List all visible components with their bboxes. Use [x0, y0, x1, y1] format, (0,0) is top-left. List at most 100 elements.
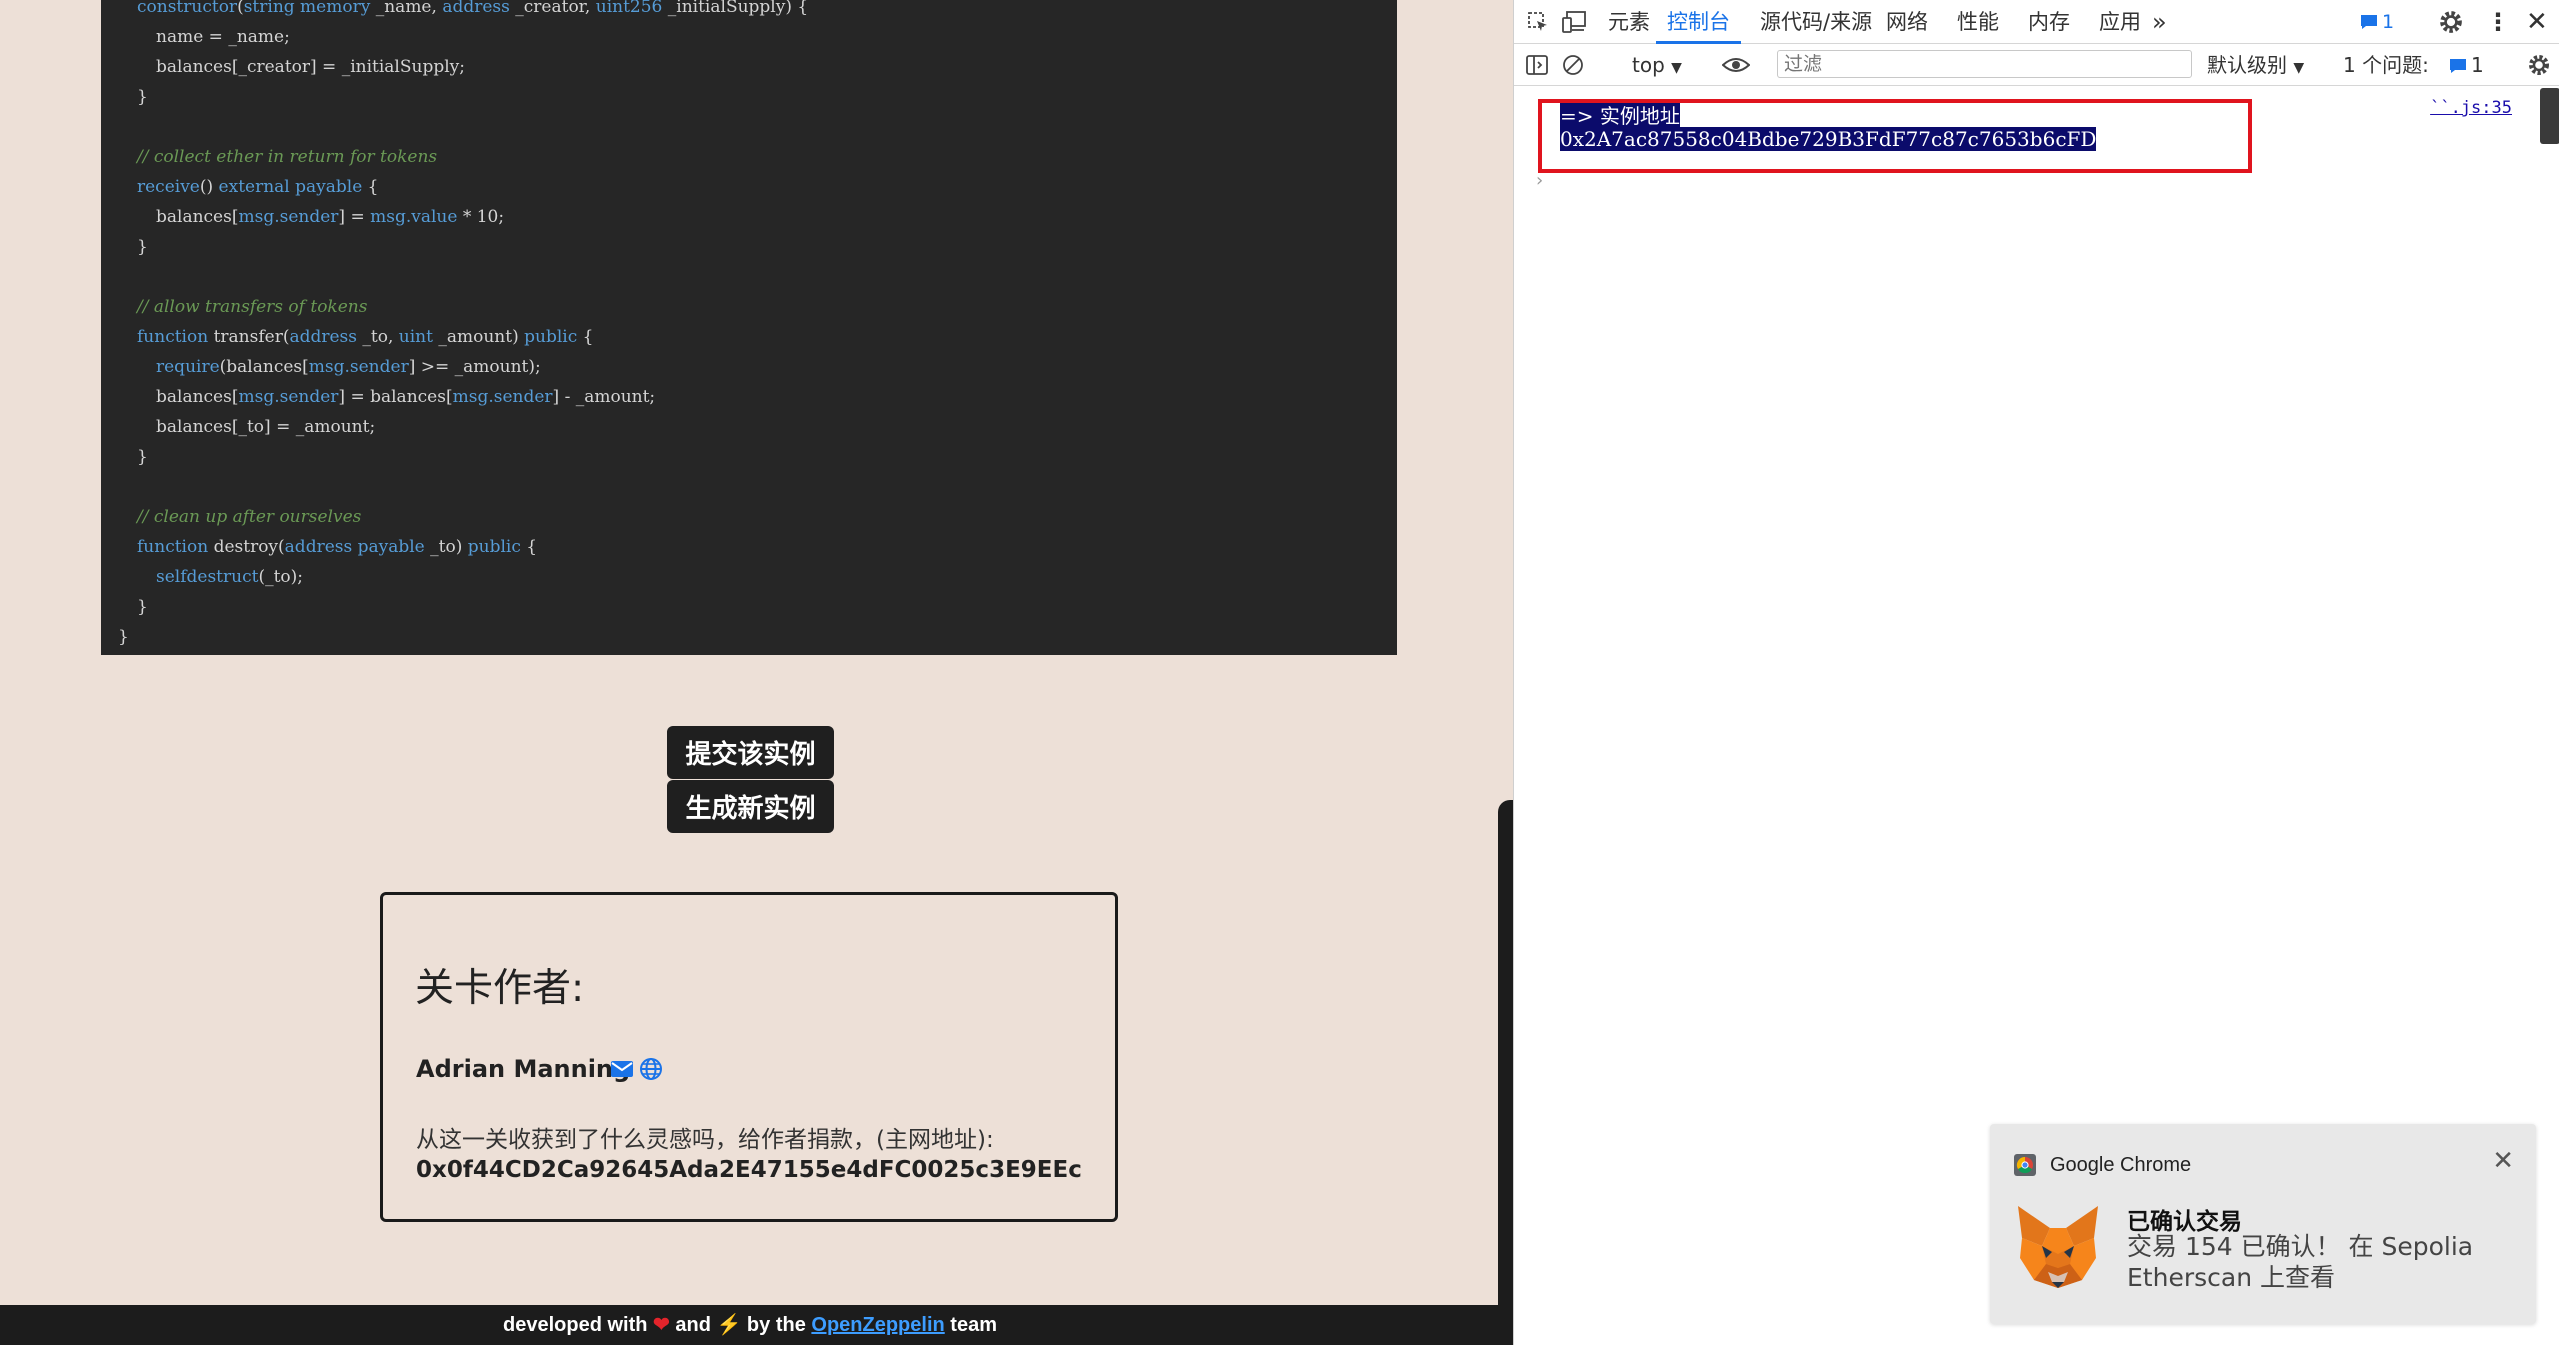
code-token: _amount)	[432, 327, 525, 347]
code-token: name = _name;	[156, 27, 290, 47]
code-line: balances[_to] = _amount;	[156, 412, 375, 442]
device-toolbar-icon[interactable]	[1562, 10, 1588, 34]
code-token: {	[577, 327, 594, 347]
sidebar-toggle-icon[interactable]	[1526, 54, 1548, 76]
console-settings-gear-icon[interactable]	[2527, 53, 2551, 77]
code-token: * 10;	[457, 207, 505, 227]
issues-icon[interactable]	[2449, 58, 2467, 74]
code-token: _creator,	[509, 0, 596, 17]
code-token: public	[524, 327, 578, 347]
code-token: }	[118, 627, 129, 647]
chevron-down-icon: ▼	[2293, 60, 2305, 76]
code-token: string memory	[243, 0, 371, 17]
code-line: // allow transfers of tokens	[137, 292, 367, 322]
code-token: balances[_creator] = _initialSupply;	[156, 57, 465, 77]
tab-elements[interactable]: 元素	[1608, 0, 1650, 44]
code-token: balances[	[156, 207, 239, 227]
code-token: receive	[137, 177, 200, 197]
get-new-instance-button[interactable]: 生成新实例	[667, 780, 834, 833]
metamask-fox-icon	[2018, 1206, 2098, 1288]
code-line: function destroy(address payable _to) pu…	[137, 532, 537, 562]
code-token: (_to);	[258, 567, 304, 587]
tab-network[interactable]: 网络	[1886, 0, 1928, 44]
code-token: selfdestruct	[156, 567, 259, 587]
code-token: require	[156, 357, 220, 377]
more-options-icon[interactable]: ⋮	[2486, 0, 2510, 44]
live-expression-eye-icon[interactable]	[1722, 55, 1750, 75]
more-tabs-icon[interactable]: »	[2152, 0, 2167, 44]
tab-console[interactable]: 控制台	[1656, 0, 1741, 44]
donate-address: 0x0f44CD2Ca92645Ada2E47155e4dFC0025c3E9E…	[416, 1157, 1082, 1183]
code-token: _to)	[424, 537, 468, 557]
code-token: msg.value	[370, 207, 458, 227]
code-token: transfer(	[208, 327, 290, 347]
submit-instance-button[interactable]: 提交该实例	[667, 726, 834, 779]
code-line: }	[137, 232, 148, 262]
notification-close-icon[interactable]: ✕	[2492, 1146, 2514, 1176]
console-scrollbar[interactable]	[2540, 88, 2559, 144]
clear-console-icon[interactable]	[1562, 54, 1584, 76]
code-token: // clean up after ourselves	[137, 507, 362, 527]
code-token: function	[137, 537, 209, 557]
code-token: function	[137, 327, 209, 347]
code-token: msg.sender	[238, 207, 339, 227]
close-devtools-icon[interactable]: ✕	[2526, 0, 2548, 44]
footer-text: team	[944, 1314, 997, 1336]
code-token: balances[_to] = _amount;	[156, 417, 376, 437]
chrome-notification[interactable]: Google Chrome ✕ 已确认交易 交易 154 已确认！ 在 Sepo…	[1990, 1124, 2536, 1324]
code-token: {	[520, 537, 538, 557]
page-scrollbar[interactable]	[1498, 800, 1513, 1345]
messages-count[interactable]: 1	[2382, 0, 2394, 44]
code-token: uint	[398, 327, 433, 347]
code-token: external payable	[218, 177, 363, 197]
code-line: require(balances[msg.sender] >= _amount)…	[156, 352, 541, 382]
code-token: _initialSupply) {	[662, 0, 809, 17]
openzeppelin-link[interactable]: OpenZeppelin	[811, 1314, 944, 1336]
author-card: 关卡作者: Adrian Manning 从这一关收获到了什么灵感吗，给作者捐款…	[380, 892, 1118, 1222]
code-token: destroy(	[208, 537, 285, 557]
code-line: }	[118, 622, 129, 652]
code-token: _name,	[370, 0, 443, 17]
chrome-logo-icon	[2014, 1154, 2036, 1176]
tab-application[interactable]: 应用	[2099, 0, 2141, 44]
code-token: }	[137, 87, 148, 107]
context-selector[interactable]: top ▼	[1632, 44, 1682, 86]
code-token: address	[289, 327, 357, 347]
source-link[interactable]: ``.js:35	[2430, 98, 2512, 118]
tab-performance[interactable]: 性能	[1957, 0, 1999, 44]
globe-icon[interactable]	[639, 1057, 663, 1081]
highlight-box	[1538, 99, 2252, 173]
issues-count[interactable]: 1	[2471, 44, 2484, 86]
code-token: _to,	[357, 327, 399, 347]
code-token: address payable	[284, 537, 425, 557]
tab-memory[interactable]: 内存	[2028, 0, 2070, 44]
code-token: msg.sender	[308, 357, 409, 377]
settings-gear-icon[interactable]	[2438, 9, 2464, 35]
code-line: }	[137, 592, 148, 622]
tab-sources[interactable]: 源代码/来源	[1760, 0, 1872, 44]
devtools-tab-bar: 元素 控制台 源代码/来源 网络 性能 内存 应用 » 1 ⋮ ✕	[1514, 0, 2559, 44]
code-token: (	[237, 0, 244, 17]
donate-text: 从这一关收获到了什么灵感吗，给作者捐款，(主网地址):	[416, 1127, 994, 1153]
level-page: constructor(string memory _name, address…	[0, 0, 1513, 1345]
heart-icon: ❤	[653, 1314, 670, 1336]
code-token: (balances[	[219, 357, 309, 377]
code-line: // collect ether in return for tokens	[137, 142, 437, 172]
code-token: ] >= _amount);	[408, 357, 541, 377]
envelope-icon[interactable]	[610, 1057, 634, 1081]
console-prompt-caret-icon[interactable]: ›	[1536, 170, 1543, 191]
code-token: ] =	[338, 207, 371, 227]
context-value: top	[1632, 53, 1665, 77]
console-filter-input[interactable]	[1777, 50, 2192, 78]
code-token: }	[137, 237, 148, 257]
log-level-dropdown[interactable]: 默认级别 ▼	[2207, 44, 2304, 86]
footer-text: and	[669, 1314, 717, 1336]
code-line: selfdestruct(_to);	[156, 562, 303, 592]
code-token: }	[137, 447, 148, 467]
messages-icon[interactable]	[2360, 14, 2378, 30]
chevron-down-icon: ▼	[1671, 60, 1682, 76]
inspect-element-icon[interactable]	[1526, 10, 1550, 34]
author-heading: 关卡作者:	[415, 966, 585, 1011]
code-token: // allow transfers of tokens	[137, 297, 368, 317]
code-token: // collect ether in return for tokens	[137, 147, 438, 167]
